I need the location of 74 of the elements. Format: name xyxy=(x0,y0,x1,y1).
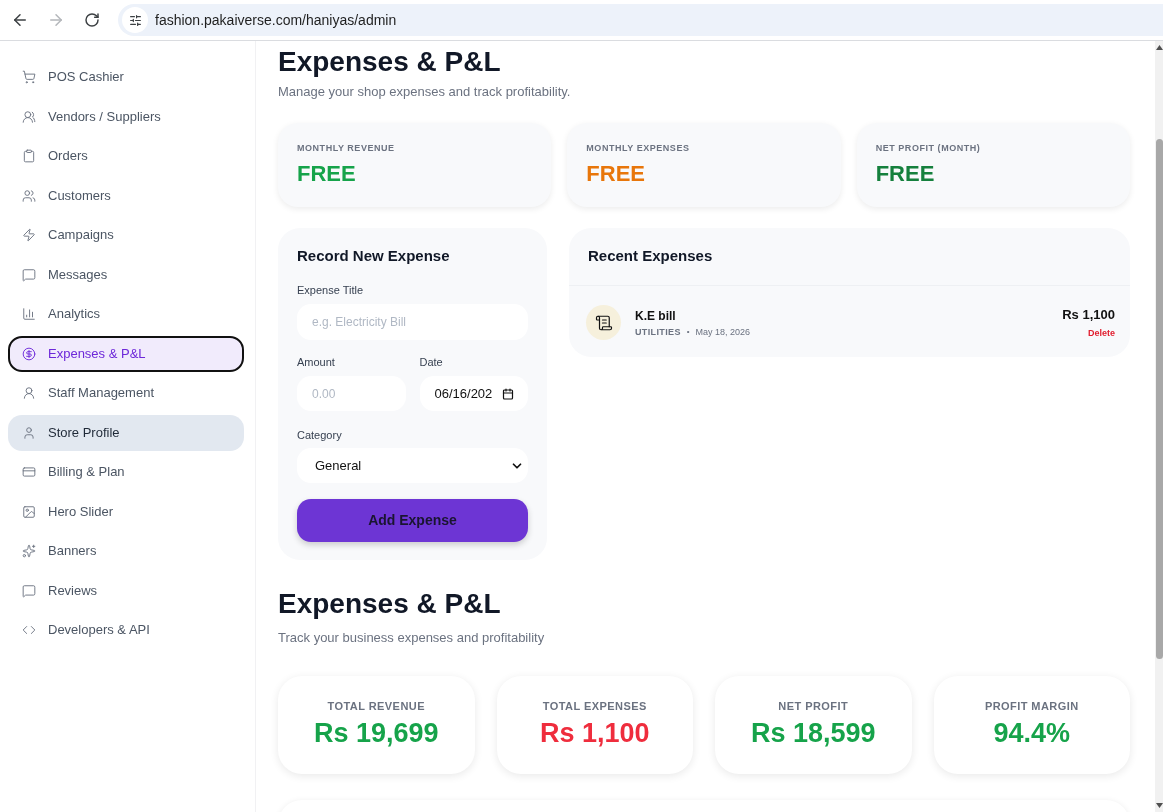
url-text: fashion.pakaiverse.com/haniyas/admin xyxy=(155,10,397,30)
credit-card-icon xyxy=(22,465,36,479)
calendar-icon[interactable] xyxy=(502,387,514,400)
sidebar-item[interactable]: Store Profile xyxy=(8,414,244,451)
expense-title: K.E bill xyxy=(635,307,677,324)
summary-label: PROFIT MARGIN xyxy=(984,699,1079,713)
chat-bubble-icon xyxy=(22,267,36,282)
stat-label: MONTHLY REVENUE xyxy=(297,143,396,153)
chat-bubble-icon xyxy=(22,583,36,598)
summary-label: TOTAL EXPENSES xyxy=(542,699,647,713)
image-icon xyxy=(22,504,36,519)
user-icon xyxy=(22,425,36,440)
delete-link[interactable]: Delete xyxy=(1088,326,1115,339)
expense-date: May 18, 2026 xyxy=(695,325,751,338)
summary-value: Rs 19,699 xyxy=(313,717,439,749)
sidebar-item[interactable]: Expenses & P&L xyxy=(8,335,244,372)
scroll-down-arrow-icon[interactable] xyxy=(1155,803,1163,808)
cart-icon xyxy=(22,70,36,84)
separator-dot: • xyxy=(686,325,690,338)
scroll-icon xyxy=(586,305,621,340)
sidebar-item[interactable]: Campaigns xyxy=(8,217,244,253)
form-title: Record New Expense xyxy=(297,246,451,266)
field-label: Date xyxy=(419,355,444,369)
scrollbar[interactable] xyxy=(1155,41,1163,812)
bar-chart-icon xyxy=(22,307,36,321)
sidebar-item[interactable]: Orders xyxy=(8,138,244,174)
section-title: Expenses & P&L xyxy=(278,587,502,621)
summary-label: NET PROFIT xyxy=(778,699,849,713)
scroll-up-arrow-icon[interactable] xyxy=(1155,45,1163,50)
sidebar-item[interactable]: Banners xyxy=(8,533,244,569)
users-icon xyxy=(22,188,36,203)
sidebar-item[interactable]: Hero Slider xyxy=(8,493,244,530)
category-select[interactable]: General xyxy=(297,448,528,483)
summary-label: TOTAL REVENUE xyxy=(327,699,425,713)
field-label: Expense Title xyxy=(297,283,365,297)
code-icon xyxy=(22,623,36,637)
sidebar-item[interactable]: Developers & API xyxy=(8,612,244,648)
stat-value: FREE xyxy=(586,161,646,187)
sidebar-item[interactable]: Vendors / Suppliers xyxy=(8,98,244,135)
sidebar-item[interactable]: Messages xyxy=(8,256,244,293)
stat-value: FREE xyxy=(875,161,936,187)
summary-value: Rs 18,599 xyxy=(750,717,876,749)
sidebar-item[interactable]: Billing & Plan xyxy=(8,454,244,490)
sparkles-icon xyxy=(22,544,36,558)
sidebar-item[interactable]: Staff Management xyxy=(8,375,244,411)
page-subtitle: Manage your shop expenses and track profitability. xyxy=(278,83,572,101)
clipboard-icon xyxy=(22,149,36,163)
lightning-icon xyxy=(22,228,36,242)
field-label: Amount xyxy=(297,355,336,369)
section-subtitle: Track your business expenses and profitability xyxy=(278,629,546,647)
date-input[interactable]: 06/16/202 xyxy=(419,376,528,411)
sidebar-item[interactable]: Analytics xyxy=(8,296,244,332)
users-icon xyxy=(22,109,36,124)
sidebar-item[interactable]: POS Cashier xyxy=(8,59,244,95)
site-settings-icon[interactable] xyxy=(122,7,148,33)
user-icon xyxy=(22,386,36,400)
sidebar-item[interactable]: Customers xyxy=(8,177,244,214)
expense-title-input[interactable]: e.g. Electricity Bill xyxy=(297,304,528,340)
stat-value: FREE xyxy=(297,161,357,187)
forward-arrow-icon xyxy=(47,11,65,29)
field-label: Category xyxy=(297,428,343,442)
expense-amount: Rs 1,100 xyxy=(1062,306,1115,323)
stat-label: NET PROFIT (MONTH) xyxy=(875,143,982,153)
reload-icon xyxy=(84,12,100,28)
summary-value: Rs 1,100 xyxy=(539,717,650,749)
page-title: Expenses & P&L xyxy=(278,45,502,79)
dollar-circle-icon xyxy=(22,346,36,361)
amount-input[interactable]: 0.00 xyxy=(297,376,406,411)
address-bar[interactable]: fashion.pakaiverse.com/haniyas/admin xyxy=(118,4,1163,36)
summary-value: 94.4% xyxy=(993,717,1071,749)
sidebar-item[interactable]: Reviews xyxy=(8,572,244,609)
recent-expenses-title: Recent Expenses xyxy=(569,228,1130,286)
expense-category: UTILITIES xyxy=(635,325,681,338)
stat-label: MONTHLY EXPENSES xyxy=(586,143,691,153)
